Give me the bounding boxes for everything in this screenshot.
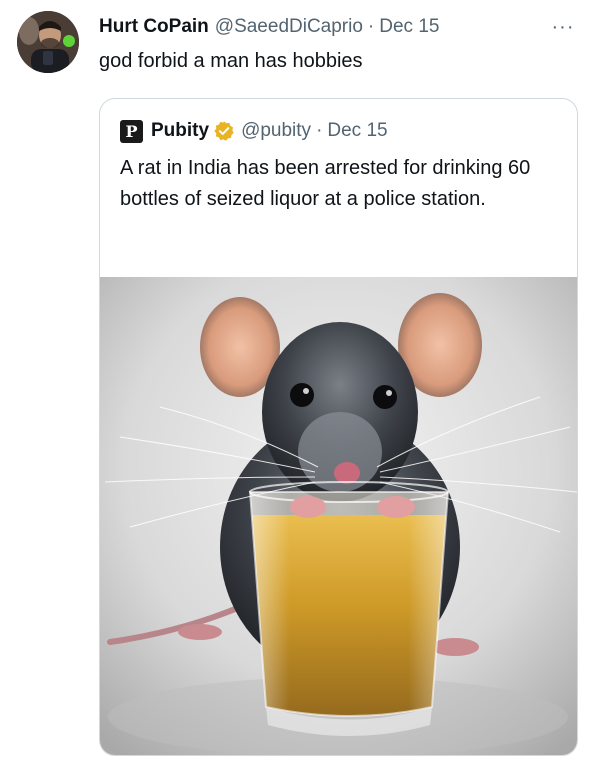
avatar-image <box>17 11 79 73</box>
pubity-logo-icon: P <box>120 119 143 143</box>
tweet-date[interactable]: Dec 15 <box>379 16 439 38</box>
quoted-tweet-text: A rat in India has been arrested for dri… <box>120 157 531 210</box>
quoted-tweet[interactable]: P Pubity @pubity · Dec 15 A rat in India… <box>99 98 578 756</box>
tweet-header: Hurt CoPain @SaeedDiCaprio · Dec 15 <box>99 14 439 40</box>
rat-in-glass-image <box>100 277 577 755</box>
header-separator: · <box>367 16 375 37</box>
verified-badge-icon <box>213 120 235 142</box>
more-options-icon[interactable]: ··· <box>546 16 580 38</box>
quoted-tweet-image[interactable] <box>100 277 577 755</box>
tweet-card[interactable]: Hurt CoPain @SaeedDiCaprio · Dec 15 ··· … <box>0 0 600 770</box>
author-avatar[interactable] <box>17 11 79 73</box>
tweet-text: god forbid a man has hobbies <box>99 50 363 72</box>
quoted-author-handle[interactable]: @pubity <box>241 120 311 142</box>
quoted-tweet-header: P Pubity @pubity · Dec 15 <box>120 119 388 143</box>
quoted-author-name[interactable]: Pubity <box>151 120 209 142</box>
quoted-tweet-date[interactable]: Dec 15 <box>327 120 387 142</box>
author-name[interactable]: Hurt CoPain <box>99 16 209 38</box>
author-handle[interactable]: @SaeedDiCaprio <box>215 16 363 38</box>
quoted-header-separator: · <box>316 120 323 141</box>
